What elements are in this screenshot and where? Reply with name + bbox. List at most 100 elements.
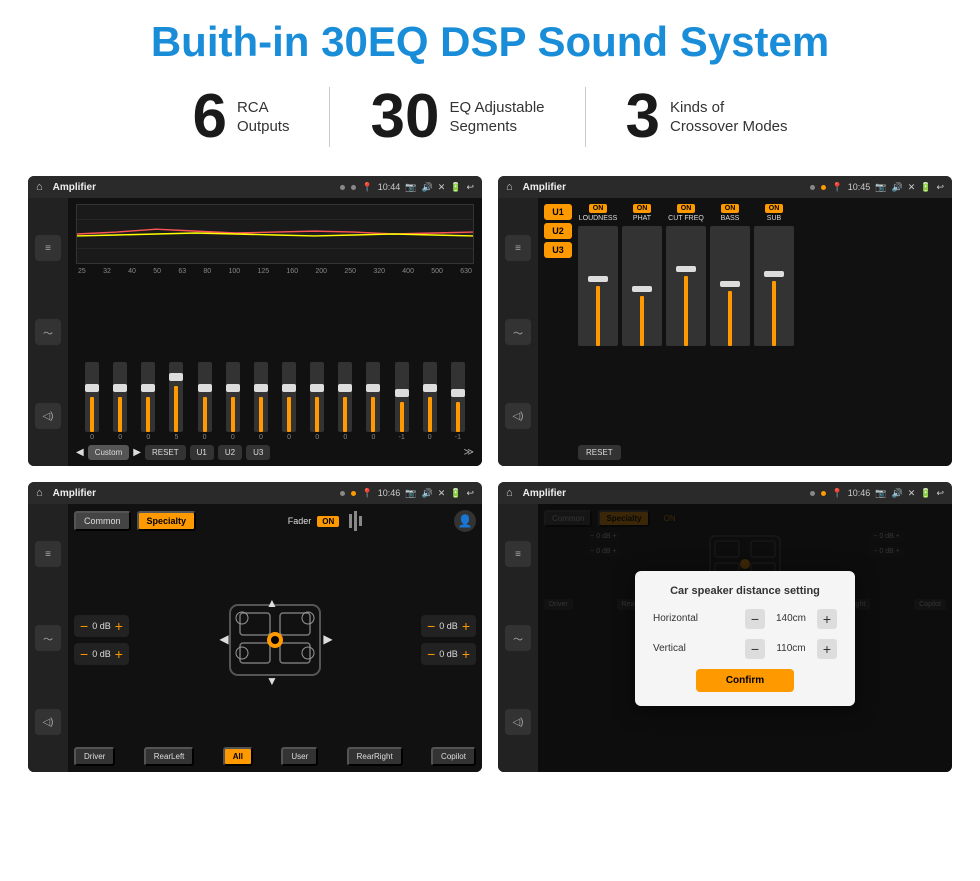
- u1-preset-btn[interactable]: U1: [544, 204, 572, 220]
- u3-btn[interactable]: U3: [246, 445, 270, 460]
- eq-wave-btn[interactable]: 〜: [35, 319, 61, 345]
- fader-topbar: ⌂ Amplifier 📍 10:46 📷 🔊 ✕ 🔋 ↩: [28, 482, 482, 504]
- vertical-minus-btn[interactable]: −: [745, 639, 765, 659]
- eq-sliders-area: 0 0 0: [76, 279, 474, 441]
- vol-plus-4[interactable]: +: [462, 646, 470, 662]
- home-icon: ⌂: [36, 181, 43, 193]
- vol-plus-1[interactable]: +: [115, 618, 123, 634]
- status-dot-4: [821, 185, 826, 190]
- phat-on-btn[interactable]: ON: [633, 204, 652, 213]
- fader-status-bar: 📍 10:46 📷 🔊 ✕ 🔋 ↩: [362, 488, 475, 499]
- volume-icon: 🔊: [421, 182, 432, 193]
- cross-side-controls: ≡ 〜 ◁): [498, 198, 538, 466]
- vol-val-4: 0 dB: [439, 649, 458, 659]
- vol-minus-3[interactable]: −: [427, 618, 435, 634]
- rearright-btn[interactable]: RearRight: [347, 747, 403, 766]
- common-tab[interactable]: Common: [74, 511, 131, 531]
- eq-status-bar: 📍 10:44 📷 🔊 ✕ 🔋 ↩: [362, 182, 475, 193]
- cross-content: ≡ 〜 ◁) U1 U2 U3 ON: [498, 198, 952, 466]
- horizontal-value: 140cm: [771, 613, 811, 624]
- phat-label: PHAT: [633, 215, 651, 222]
- eq-bottom-bar: ◀ Custom ▶ RESET U1 U2 U3 ≫: [76, 445, 474, 460]
- sub-on-btn[interactable]: ON: [765, 204, 784, 213]
- dialog-screen-title: Amplifier: [523, 488, 804, 499]
- cross-main-area: U1 U2 U3 ON LOUDNESS: [538, 198, 952, 466]
- copilot-btn[interactable]: Copilot: [431, 747, 476, 766]
- fader-speaker-btn[interactable]: ◁): [35, 709, 61, 735]
- vol-minus-1[interactable]: −: [80, 618, 88, 634]
- vertical-row: Vertical − 110cm +: [653, 639, 837, 659]
- eq-slider-4: 0: [198, 362, 212, 441]
- cutfreq-on-btn[interactable]: ON: [677, 204, 696, 213]
- status-dot-6: [351, 491, 356, 496]
- prev-icon[interactable]: ◀: [76, 447, 84, 458]
- dialog-side-controls: ≡ 〜 ◁): [498, 504, 538, 772]
- next-icon[interactable]: ▶: [133, 447, 141, 458]
- vol-minus-4[interactable]: −: [427, 646, 435, 662]
- camera-icon-3: 📷: [405, 488, 416, 499]
- eq-topbar: ⌂ Amplifier 📍 10:44 📷 🔊 ✕ 🔋 ↩: [28, 176, 482, 198]
- speaker-distance-dialog: Car speaker distance setting Horizontal …: [635, 571, 855, 706]
- volume-icon-4: 🔊: [891, 488, 902, 499]
- confirm-button[interactable]: Confirm: [696, 669, 794, 692]
- eq-filter-btn[interactable]: ≡: [35, 235, 61, 261]
- u3-preset-btn[interactable]: U3: [544, 242, 572, 258]
- custom-btn[interactable]: Custom: [88, 445, 130, 460]
- sub-label: SUB: [767, 215, 781, 222]
- cross-filter-btn[interactable]: ≡: [505, 235, 531, 261]
- dialog-content: ≡ 〜 ◁) Common Specialty ON − 0 dB + − 0 …: [498, 504, 952, 772]
- rearleft-btn[interactable]: RearLeft: [144, 747, 195, 766]
- more-icon[interactable]: ≫: [464, 447, 474, 458]
- dialog-overlay: Car speaker distance setting Horizontal …: [538, 504, 952, 772]
- cross-reset-btn[interactable]: RESET: [578, 445, 621, 460]
- vertical-plus-btn[interactable]: +: [817, 639, 837, 659]
- eq-side-controls: ≡ 〜 ◁): [28, 198, 68, 466]
- u2-preset-btn[interactable]: U2: [544, 223, 572, 239]
- specialty-tab[interactable]: Specialty: [137, 511, 197, 531]
- cross-topbar: ⌂ Amplifier 📍 10:45 📷 🔊 ✕ 🔋 ↩: [498, 176, 952, 198]
- vol-val-1: 0 dB: [92, 621, 111, 631]
- cutfreq-label: CUT FREQ: [668, 215, 704, 222]
- driver-btn[interactable]: Driver: [74, 747, 115, 766]
- horizontal-minus-btn[interactable]: −: [745, 609, 765, 629]
- reset-btn[interactable]: RESET: [145, 445, 186, 460]
- eq-slider-2: 0: [141, 362, 155, 441]
- dialog-speaker-btn[interactable]: ◁): [505, 709, 531, 735]
- fader-on-badge: ON: [317, 516, 339, 527]
- vertical-control: − 110cm +: [745, 639, 837, 659]
- horizontal-plus-btn[interactable]: +: [817, 609, 837, 629]
- fader-time: 10:46: [378, 488, 401, 498]
- vol-minus-2[interactable]: −: [80, 646, 88, 662]
- u1-btn[interactable]: U1: [190, 445, 214, 460]
- vol-val-2: 0 dB: [92, 649, 111, 659]
- dialog-wave-btn[interactable]: 〜: [505, 625, 531, 651]
- volume-icon-2: 🔊: [891, 182, 902, 193]
- user-btn[interactable]: User: [281, 747, 318, 766]
- eq-speaker-btn[interactable]: ◁): [35, 403, 61, 429]
- fader-wave-btn[interactable]: 〜: [35, 625, 61, 651]
- stat-label-crossover: Kinds ofCrossover Modes: [670, 98, 788, 137]
- vol-plus-2[interactable]: +: [115, 646, 123, 662]
- dialog-filter-btn[interactable]: ≡: [505, 541, 531, 567]
- battery-icon-3: 🔋: [450, 488, 461, 499]
- fader-profile-icon[interactable]: 👤: [454, 510, 476, 532]
- cross-wave-btn[interactable]: 〜: [505, 319, 531, 345]
- fader-main-area: Common Specialty Fader ON 👤: [68, 504, 482, 772]
- loudness-on-btn[interactable]: ON: [589, 204, 608, 213]
- eq-slider-12: 0: [423, 362, 437, 441]
- all-btn[interactable]: All: [223, 747, 253, 766]
- eq-slider-11: -1: [395, 362, 409, 441]
- status-dot-2: [351, 185, 356, 190]
- fader-filter-btn[interactable]: ≡: [35, 541, 61, 567]
- vol-plus-3[interactable]: +: [462, 618, 470, 634]
- cross-speaker-btn[interactable]: ◁): [505, 403, 531, 429]
- svg-text:▼: ▼: [266, 674, 278, 688]
- eq-content: ≡ 〜 ◁): [28, 198, 482, 466]
- eq-slider-1: 0: [113, 362, 127, 441]
- u2-btn[interactable]: U2: [218, 445, 242, 460]
- status-dot-7: [810, 491, 815, 496]
- screenshots-grid: ⌂ Amplifier 📍 10:44 📷 🔊 ✕ 🔋 ↩ ≡ 〜 ◁): [0, 166, 980, 792]
- car-diagram: ▲ ▼ ◀ ▶: [210, 585, 340, 695]
- bass-on-btn[interactable]: ON: [721, 204, 740, 213]
- eq-time: 10:44: [378, 182, 401, 192]
